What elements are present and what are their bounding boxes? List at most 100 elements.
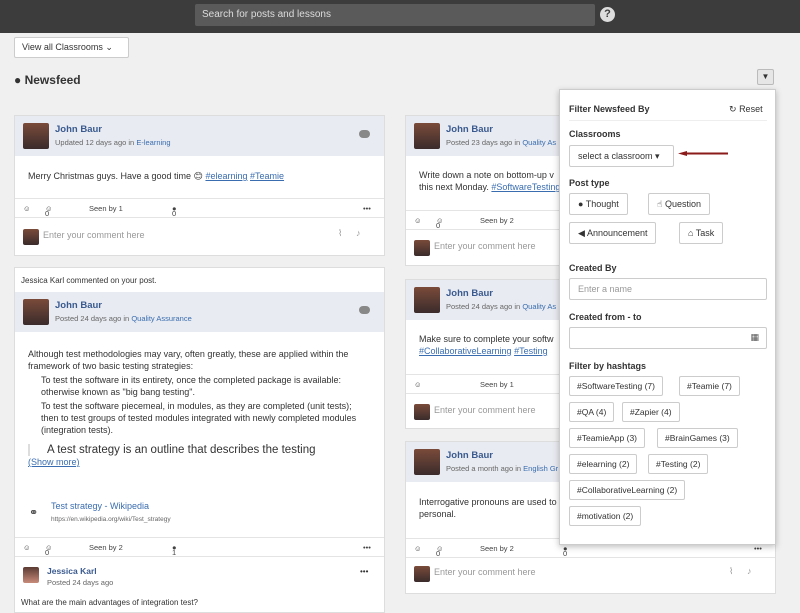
hashtag-link[interactable]: #Teamie bbox=[250, 171, 284, 181]
classroom-link[interactable]: Quality Assurance bbox=[131, 314, 191, 323]
seen-count[interactable]: Seen by 1 bbox=[89, 204, 123, 213]
post-card: John Baur Updated 12 days ago in E-learn… bbox=[14, 115, 385, 256]
smile-icon[interactable]: ☺ bbox=[23, 204, 31, 213]
comment-input[interactable]: Enter your comment here bbox=[434, 241, 536, 251]
hashtag-link[interactable]: #Testing bbox=[514, 346, 548, 356]
hashtag-filter[interactable]: #QA (4) bbox=[569, 402, 615, 422]
author-name[interactable]: John Baur bbox=[446, 288, 493, 299]
avatar[interactable] bbox=[414, 287, 440, 313]
hashtag-filter[interactable]: #Testing (2) bbox=[648, 454, 709, 474]
classroom-link[interactable]: Quality As bbox=[522, 302, 556, 311]
avatar[interactable] bbox=[414, 449, 440, 475]
classroom-link[interactable]: E-learning bbox=[136, 138, 170, 147]
created-range-label: Created from - to bbox=[569, 312, 642, 322]
comment-icon[interactable] bbox=[359, 306, 370, 314]
announcement-button[interactable]: ◀ Announcement bbox=[569, 222, 657, 244]
show-more-link[interactable]: (Show more) bbox=[28, 456, 368, 468]
avatar[interactable] bbox=[23, 299, 49, 325]
classroom-select[interactable]: select a classroom ▾ bbox=[569, 145, 674, 167]
post-header: John Baur Updated 12 days ago in E-learn… bbox=[15, 116, 384, 156]
attachment-icon[interactable]: ⌇ bbox=[338, 228, 342, 239]
calendar-icon[interactable]: ▦ bbox=[750, 332, 759, 343]
more-options-button[interactable]: ••• bbox=[363, 543, 371, 552]
comment-text: What are the main advantages of integrat… bbox=[21, 598, 198, 607]
microphone-icon[interactable]: ♪ bbox=[747, 566, 752, 576]
comment-count[interactable]: 1 ● bbox=[172, 543, 177, 557]
hashtag-link[interactable]: #SoftwareTesting bbox=[491, 182, 560, 192]
commenter-name[interactable]: Jessica Karl bbox=[47, 566, 97, 576]
hashtag-filter[interactable]: #Teamie (7) bbox=[679, 376, 740, 396]
hashtag-filter[interactable]: #TeamieApp (3) bbox=[569, 428, 646, 448]
post-stats: ☺ 0 ☺ Seen by 2 1 ● ••• bbox=[15, 537, 384, 557]
author-name[interactable]: John Baur bbox=[446, 124, 493, 135]
author-name[interactable]: John Baur bbox=[55, 124, 102, 135]
hashtag-link[interactable]: #CollaborativeLearning bbox=[419, 346, 512, 356]
hashtags-label: Filter by hashtags bbox=[569, 361, 647, 371]
comment-input[interactable]: Enter your comment here bbox=[43, 230, 145, 240]
attachment-icon[interactable]: ⌇ bbox=[729, 566, 733, 577]
post-meta: Posted 24 days ago in Quality As bbox=[446, 302, 557, 311]
hashtag-filter[interactable]: #elearning (2) bbox=[569, 454, 638, 474]
hashtag-link[interactable]: #elearning bbox=[205, 171, 247, 181]
reset-button[interactable]: ↻ Reset bbox=[729, 104, 763, 115]
top-bar: Search for posts and lessons ? bbox=[0, 0, 800, 33]
comment-input[interactable]: Enter your comment here bbox=[434, 567, 536, 577]
post-body: Write down a note on bottom-up v this ne… bbox=[419, 170, 561, 192]
avatar[interactable] bbox=[414, 123, 440, 149]
classroom-link[interactable]: English Gr bbox=[523, 464, 558, 473]
question-circle-icon[interactable]: ? bbox=[600, 7, 615, 22]
avatar bbox=[414, 404, 430, 420]
hashtag-filter[interactable]: #SoftwareTesting (7) bbox=[569, 376, 663, 396]
seen-count[interactable]: Seen by 2 bbox=[480, 216, 514, 225]
author-name[interactable]: John Baur bbox=[55, 300, 102, 311]
smile-icon[interactable]: ☺ bbox=[23, 543, 31, 552]
more-options-button[interactable]: ••• bbox=[363, 204, 371, 213]
search-input[interactable]: Search for posts and lessons bbox=[195, 4, 595, 26]
avatar bbox=[23, 229, 39, 245]
filter-title: Filter Newsfeed By bbox=[569, 104, 650, 114]
smile-icon[interactable]: ☺ bbox=[414, 216, 422, 225]
hashtag-filter[interactable]: #CollaborativeLearning (2) bbox=[569, 480, 686, 500]
comment-count[interactable]: 0 ● bbox=[563, 544, 568, 558]
more-options-button[interactable]: ••• bbox=[360, 567, 368, 576]
microphone-icon[interactable]: ♪ bbox=[356, 228, 361, 238]
hashtag-filter[interactable]: #Zapier (4) bbox=[622, 402, 680, 422]
post-meta: Updated 12 days ago in E-learning bbox=[55, 138, 171, 147]
task-button[interactable]: ⌂ Task bbox=[679, 222, 724, 244]
more-options-button[interactable]: ••• bbox=[754, 544, 762, 553]
created-by-input[interactable]: Enter a name bbox=[569, 278, 767, 300]
home-icon: ⌂ bbox=[688, 228, 694, 238]
comment-icon: ● bbox=[578, 199, 584, 209]
comment-count[interactable]: 0 ● bbox=[172, 204, 177, 218]
hashtag-filter[interactable]: #BrainGames (3) bbox=[657, 428, 738, 448]
avatar[interactable] bbox=[23, 123, 49, 149]
avatar bbox=[414, 566, 430, 582]
avatar bbox=[414, 240, 430, 256]
created-by-label: Created By bbox=[569, 263, 617, 273]
divider bbox=[569, 120, 767, 121]
author-name[interactable]: John Baur bbox=[446, 450, 493, 461]
comment-input[interactable]: Enter your comment here bbox=[434, 405, 536, 415]
question-button[interactable]: ☝ Question bbox=[648, 193, 711, 215]
classroom-dropdown[interactable]: View all Classrooms ⌄ bbox=[14, 37, 129, 58]
seen-count[interactable]: Seen by 1 bbox=[480, 380, 514, 389]
smile-icon[interactable]: ☺ bbox=[414, 544, 422, 553]
comment-icon[interactable] bbox=[359, 130, 370, 138]
thought-button[interactable]: ● Thought bbox=[569, 193, 628, 215]
comment-meta: Posted 24 days ago bbox=[47, 578, 114, 587]
link-icon: ⚭ bbox=[29, 507, 39, 519]
comments-icon: ● bbox=[14, 73, 22, 87]
filter-icon[interactable]: ▼ bbox=[757, 69, 774, 85]
post-meta: Posted a month ago in English Gr bbox=[446, 464, 559, 473]
post-meta: Posted 23 days ago in Quality As bbox=[446, 138, 557, 147]
smile-icon[interactable]: ☺ bbox=[414, 380, 422, 389]
classroom-link[interactable]: Quality As bbox=[522, 138, 556, 147]
seen-count[interactable]: Seen by 2 bbox=[89, 543, 123, 552]
post-stats: ☺ 0 ☺ Seen by 2 bbox=[406, 210, 561, 230]
seen-count[interactable]: Seen by 2 bbox=[480, 544, 514, 553]
hand-icon: ☝ bbox=[657, 199, 663, 209]
hashtag-filter[interactable]: #motivation (2) bbox=[569, 506, 642, 526]
date-range-input[interactable]: ▦ bbox=[569, 327, 767, 349]
reaction-count: 0 ☺ bbox=[436, 216, 444, 230]
link-preview-title[interactable]: Test strategy - Wikipedia bbox=[51, 501, 149, 511]
